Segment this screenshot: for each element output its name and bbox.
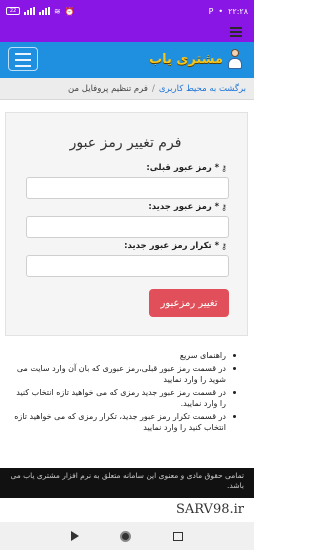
brand-text: مشتری یاب [149,51,223,67]
key-icon: ⚷ [221,163,227,173]
system-nav-bar [0,522,254,550]
old-password-input[interactable] [26,177,229,199]
user-avatar-icon [226,48,244,70]
breadcrumb-separator: / [151,83,155,94]
list-item: در قسمت رمز عبور قبلی،رمز عبوری که بان آ… [14,363,236,386]
new-password-label-text: * رمز عبور جدید: [148,202,220,212]
status-right: P • ۲۲:۲۸ [209,7,248,16]
old-password-label: ⚷ * رمز عبور قبلی: [146,163,227,173]
status-left: 22 ≋ ⏰ [6,7,75,16]
form-title: فرم تغییر رمز عبور [69,135,182,151]
alarm-icon: ⏰ [64,6,75,16]
status-indicator: P [208,6,214,16]
brand-logo[interactable]: مشتری یاب [149,48,244,70]
new-password-label: ⚷ * رمز عبور جدید: [148,202,227,212]
toggle-bar [15,59,31,61]
home-icon[interactable] [120,530,132,542]
recent-apps-icon[interactable] [173,531,184,541]
menu-strip [0,22,254,42]
breadcrumb-current: فرم تنظیم پروفایل من [68,83,148,94]
old-password-label-text: * رمز عبور قبلی: [146,163,220,173]
battery-icon: 22 [6,7,20,15]
status-time: ۲۲:۲۸ [228,6,248,16]
hamburger-icon[interactable] [230,27,242,39]
navbar: مشتری یاب [0,42,254,78]
list-item: در قسمت رمز عبور جدید رمزی که می خواهید … [14,387,236,410]
signal-bars-icon [39,7,50,15]
list-item: راهنمای سریع [14,350,236,362]
breadcrumb-back-link[interactable]: برگشت به محیط کاربری [159,84,246,94]
signal-bars-icon [24,7,35,15]
watermark: SARV98.ir [175,502,244,517]
confirm-password-label-text: * تکرار رمز عبور جدید: [124,241,220,251]
footer: تمامی حقوق مادی و معنوی این سامانه متعلق… [0,468,254,498]
key-icon: ⚷ [221,241,227,251]
list-item: در قسمت تکرار رمز عبور جدید، تکرار رمزی … [14,411,236,434]
toggle-bar [15,65,31,67]
password-form-card: فرم تغییر رمز عبور ⚷ * رمز عبور قبلی: ⚷ … [5,112,248,336]
toggle-bar [15,53,31,55]
navbar-toggle-button[interactable] [8,47,38,71]
key-icon: ⚷ [221,202,227,212]
notification-dot-icon: • [218,6,224,16]
breadcrumb: برگشت به محیط کاربری / فرم تنظیم پروفایل… [0,78,254,100]
change-password-button[interactable]: تغییر رمزعبور [149,289,229,317]
confirm-password-label: ⚷ * تکرار رمز عبور جدید: [124,241,227,251]
help-list: راهنمای سریع در قسمت رمز عبور قبلی،رمز ع… [14,350,236,435]
footer-text: تمامی حقوق مادی و معنوی این سامانه متعلق… [10,471,244,490]
confirm-password-input[interactable] [26,255,229,277]
back-icon[interactable] [70,531,79,541]
status-bar: 22 ≋ ⏰ P • ۲۲:۲۸ [0,0,254,22]
wifi-icon: ≋ [54,6,61,16]
new-password-input[interactable] [26,216,229,238]
